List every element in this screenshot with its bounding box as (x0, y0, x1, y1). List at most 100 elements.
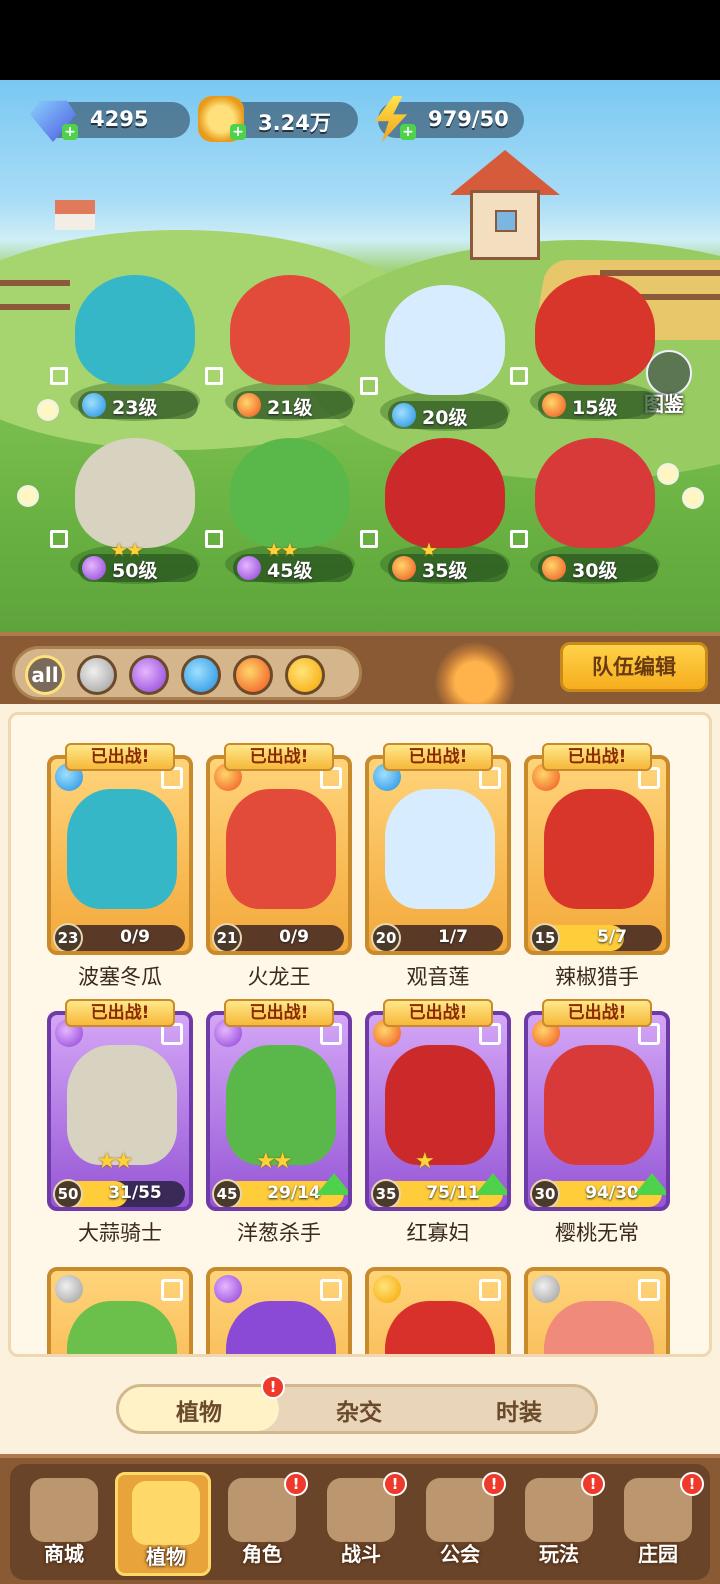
plant-card[interactable] (524, 1267, 670, 1354)
plant-level: 15级 (572, 397, 618, 419)
card-progress-text: 0/9 (279, 927, 309, 947)
plant-level: 21级 (267, 397, 313, 419)
nav-label: 战斗 (341, 1542, 381, 1566)
plant-collection-panel: 23 0/9 已出战! 波塞冬瓜 21 0/9 已出战! 火龙王 20 1/7 已出战! 观音莲 15 5… (0, 704, 720, 1464)
plant-name: 大蒜骑士 (78, 1221, 162, 1245)
plant-name: 樱桃无常 (555, 1221, 639, 1245)
plant-card[interactable]: 21 0/9 (206, 755, 352, 955)
plant-card-grid[interactable]: 23 0/9 已出战! 波塞冬瓜 21 0/9 已出战! 火龙王 20 1/7 已出战! 观音莲 15 5… (8, 712, 712, 1357)
bottom-navigation: 商城 植物 角色! 战斗! 公会! 玩法! 庄园! (0, 1454, 720, 1584)
add-gold-icon[interactable]: + (230, 124, 246, 140)
upgrade-progress: 15 5/7 (530, 923, 662, 951)
plant-name: 火龙王 (247, 965, 311, 989)
team-plant[interactable]: ★★ 50级 (50, 438, 210, 584)
plant-card[interactable]: 15 5/7 (524, 755, 670, 955)
potion-icon (214, 1275, 242, 1303)
plant-level: 35级 (422, 560, 468, 582)
card-level: 30 (530, 1179, 560, 1207)
plant-name: 红寡妇 (406, 1221, 470, 1245)
tab-plants[interactable]: 植物 (119, 1393, 279, 1427)
upgrade-arrow-icon[interactable] (475, 1173, 507, 1195)
fire-icon[interactable] (233, 655, 273, 695)
plant-level: 20级 (422, 407, 468, 429)
plant-card[interactable]: ★★ 45 29/14 (206, 1011, 352, 1211)
nav-label: 角色 (242, 1542, 282, 1566)
formation-grid-icon (360, 377, 378, 395)
level-badge: 15级 (538, 391, 658, 419)
nav-item[interactable]: 公会! (412, 1472, 508, 1576)
plant-card[interactable]: ★ 35 75/11 (365, 1011, 511, 1211)
plant-card[interactable]: 23 0/9 (47, 755, 193, 955)
plant-card[interactable]: 20 1/7 (365, 755, 511, 955)
gold-counter[interactable]: + 3.24万 (198, 96, 358, 142)
add-diamond-icon[interactable]: + (62, 124, 78, 140)
bottom-nav-bar: 商城 植物 角色! 战斗! 公会! 玩法! 庄园! (10, 1464, 710, 1580)
element-filter: all (12, 646, 362, 700)
nav-plants-icon (132, 1481, 200, 1545)
plant-portrait (385, 1045, 495, 1165)
water-drop-icon (392, 403, 416, 427)
sword-icon[interactable] (77, 655, 117, 695)
plant-name: 辣椒猎手 (555, 965, 639, 989)
fire-icon (237, 393, 261, 417)
tab-costume[interactable]: 时装 (439, 1393, 599, 1427)
nav-item[interactable]: 角色! (214, 1472, 310, 1576)
upgrade-arrow-icon[interactable] (634, 1173, 666, 1195)
level-badge: 21级 (233, 391, 353, 419)
plant-sprite (75, 275, 195, 385)
nav-label: 公会 (440, 1542, 480, 1566)
edit-team-button[interactable]: 队伍编辑 (560, 642, 708, 692)
status-bar (0, 0, 720, 80)
team-plant[interactable]: 30级 (510, 438, 670, 584)
plant-level: 50级 (112, 560, 158, 582)
plant-portrait (226, 789, 336, 909)
nav-item[interactable]: 战斗! (313, 1472, 409, 1576)
team-plant[interactable]: 21级 (205, 275, 365, 421)
add-energy-icon[interactable]: + (400, 124, 416, 140)
plant-card[interactable]: 30 94/30 (524, 1011, 670, 1211)
water-drop-icon[interactable] (181, 655, 221, 695)
team-plant[interactable]: 15级 (510, 275, 670, 421)
plant-name: 观音莲 (406, 965, 470, 989)
plant-portrait (385, 789, 495, 909)
lightning-icon (373, 1275, 401, 1303)
plant-level: 45级 (267, 560, 313, 582)
plant-portrait (226, 1045, 336, 1165)
filter-all[interactable]: all (25, 655, 65, 695)
potion-icon[interactable] (129, 655, 169, 695)
lightning-icon[interactable] (285, 655, 325, 695)
card-progress-text: 31/55 (108, 1183, 162, 1203)
formation-grid-icon (479, 1279, 501, 1301)
flower (20, 488, 36, 504)
notification-badge: ! (383, 1472, 407, 1496)
diamond-counter[interactable]: + 4295 (30, 100, 190, 142)
team-plant[interactable]: 20级 (360, 285, 520, 431)
plant-card[interactable] (365, 1267, 511, 1354)
star-rating: ★ (415, 1149, 435, 1174)
team-plant[interactable]: ★★ 45级 (205, 438, 365, 584)
plant-card[interactable] (206, 1267, 352, 1354)
formation-grid-icon (161, 1279, 183, 1301)
nav-item[interactable]: 商城 (16, 1472, 112, 1576)
nav-label: 玩法 (539, 1542, 579, 1566)
nav-item[interactable]: 玩法! (511, 1472, 607, 1576)
team-plant[interactable]: 23级 (50, 275, 210, 421)
level-badge: 50级 (78, 554, 198, 582)
deployed-banner: 已出战! (224, 999, 334, 1027)
small-house (55, 200, 95, 230)
upgrade-arrow-icon[interactable] (316, 1173, 348, 1195)
plant-sprite (230, 438, 350, 548)
nav-item[interactable]: 植物 (115, 1472, 211, 1576)
formation-grid-icon (205, 367, 223, 385)
filter-bar: all 队伍编辑 (0, 632, 720, 722)
plant-card[interactable] (47, 1267, 193, 1354)
formation-grid-icon (510, 530, 528, 548)
plant-portrait (226, 1301, 336, 1354)
plant-card[interactable]: ★★ 50 31/55 (47, 1011, 193, 1211)
energy-counter[interactable]: + 979/50 (374, 96, 524, 142)
tab-hybrid[interactable]: 杂交 (279, 1393, 439, 1427)
nav-item[interactable]: 庄园! (610, 1472, 706, 1576)
team-plant[interactable]: ★ 35级 (360, 438, 520, 584)
card-level: 50 (53, 1179, 83, 1207)
gold-value: 3.24万 (258, 111, 331, 135)
